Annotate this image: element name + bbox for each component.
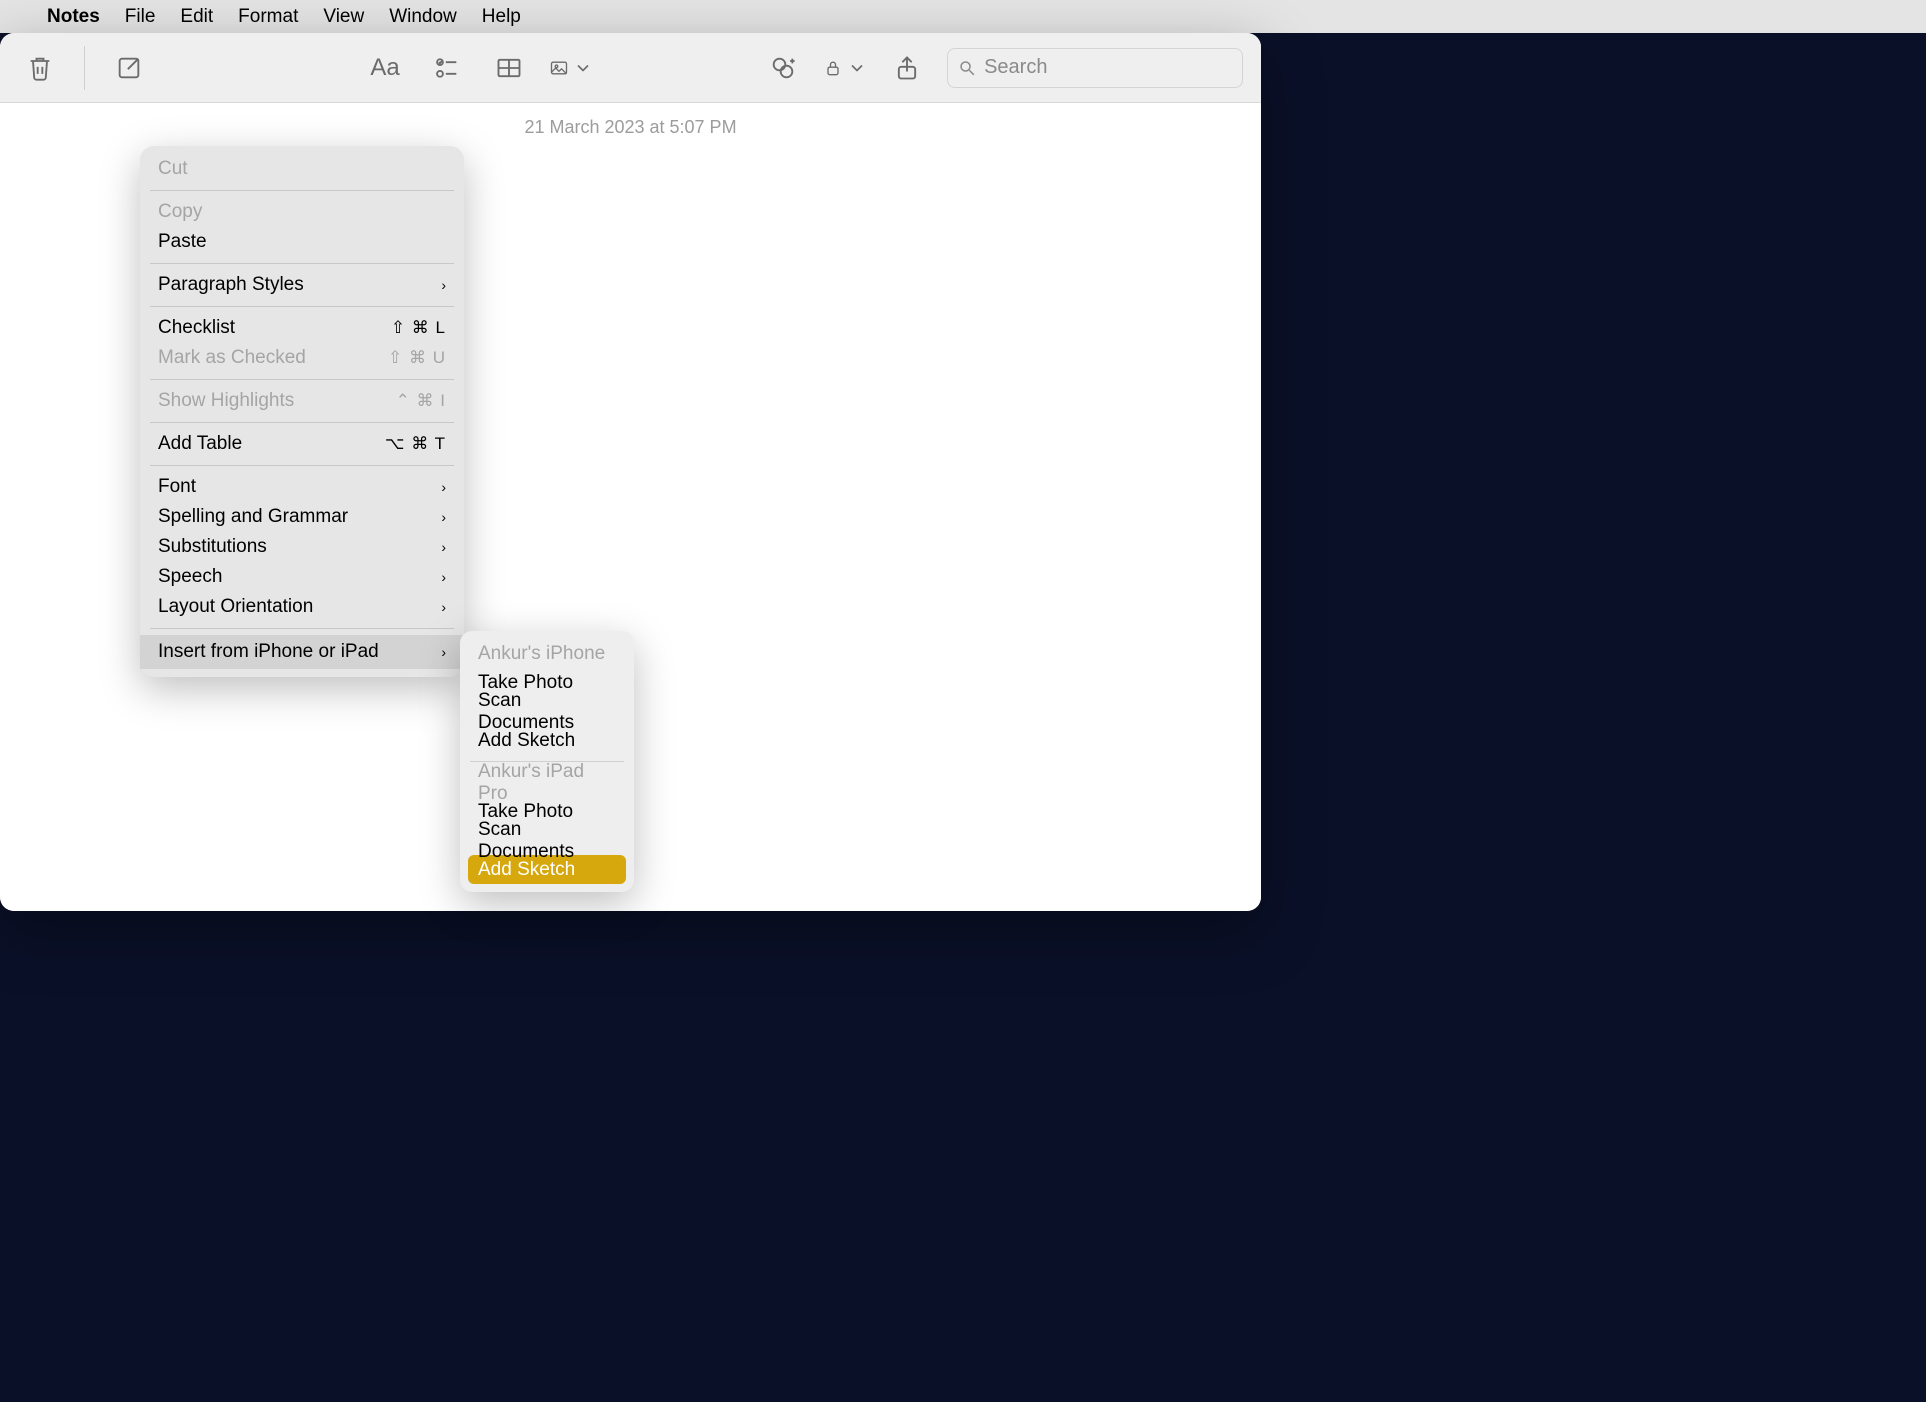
ctx-insert-from-device[interactable]: Insert from iPhone or iPad› (140, 635, 464, 669)
window-menu[interactable]: Window (389, 6, 457, 28)
chevron-right-icon: › (441, 539, 446, 555)
ctx-separator (150, 465, 454, 466)
chevron-down-icon (573, 54, 593, 82)
chevron-down-icon (847, 54, 867, 82)
shortcut-label: ⌥ ⌘ T (385, 434, 446, 454)
ctx-separator (150, 379, 454, 380)
shortcut-label: ⇧ ⌘ U (388, 348, 446, 368)
ctx-font[interactable]: Font› (140, 472, 464, 502)
compose-icon (115, 54, 143, 82)
ctx-separator (150, 306, 454, 307)
ctx-cut: Cut (140, 154, 464, 184)
chevron-right-icon: › (441, 509, 446, 525)
ctx-checklist[interactable]: Checklist⇧ ⌘ L (140, 313, 464, 343)
search-icon (958, 58, 976, 78)
ctx-mark-checked: Mark as Checked⇧ ⌘ U (140, 343, 464, 373)
ctx-speech[interactable]: Speech› (140, 562, 464, 592)
media-button[interactable] (549, 46, 593, 90)
chevron-right-icon: › (441, 277, 446, 293)
app-menu[interactable]: Notes (47, 6, 100, 28)
view-menu[interactable]: View (323, 6, 364, 28)
chevron-right-icon: › (441, 644, 446, 660)
chevron-right-icon: › (441, 569, 446, 585)
ctx-separator (150, 190, 454, 191)
toolbar: Aa (0, 33, 1261, 103)
sub-device-header: Ankur's iPhone (468, 639, 626, 668)
link-plus-icon (769, 54, 797, 82)
chevron-right-icon: › (441, 479, 446, 495)
lock-icon (823, 54, 843, 82)
delete-button[interactable] (18, 46, 62, 90)
insert-submenu: Ankur's iPhone Take Photo Scan Documents… (460, 631, 634, 892)
link-button[interactable] (761, 46, 805, 90)
format-menu[interactable]: Format (238, 6, 298, 28)
help-menu[interactable]: Help (482, 6, 521, 28)
ctx-separator (150, 628, 454, 629)
share-button[interactable] (885, 46, 929, 90)
table-button[interactable] (487, 46, 531, 90)
ctx-add-table[interactable]: Add Table⌥ ⌘ T (140, 429, 464, 459)
sub-device-header: Ankur's iPad Pro (468, 768, 626, 797)
ctx-separator (150, 263, 454, 264)
sub-scan-documents-iphone[interactable]: Scan Documents (468, 697, 626, 726)
shortcut-label: ⇧ ⌘ L (391, 318, 446, 338)
menu-bar: Notes File Edit Format View Window Help (0, 0, 1926, 33)
chevron-right-icon: › (441, 599, 446, 615)
text-format-icon: Aa (370, 54, 399, 82)
ctx-paragraph-styles[interactable]: Paragraph Styles› (140, 270, 464, 300)
ctx-show-highlights: Show Highlights⌃ ⌘ I (140, 386, 464, 416)
photo-icon (549, 54, 569, 82)
note-date: 21 March 2023 at 5:07 PM (0, 103, 1261, 138)
shortcut-label: ⌃ ⌘ I (396, 391, 446, 411)
new-note-button[interactable] (107, 46, 151, 90)
checklist-button[interactable] (425, 46, 469, 90)
table-icon (495, 54, 523, 82)
checklist-icon (433, 54, 461, 82)
ctx-copy: Copy (140, 197, 464, 227)
ctx-layout[interactable]: Layout Orientation› (140, 592, 464, 622)
file-menu[interactable]: File (125, 6, 156, 28)
edit-menu[interactable]: Edit (180, 6, 213, 28)
search-input[interactable] (984, 56, 1232, 79)
toolbar-separator (84, 46, 85, 90)
context-menu: Cut Copy Paste Paragraph Styles› Checkli… (140, 146, 464, 677)
share-icon (893, 54, 921, 82)
search-box[interactable] (947, 48, 1243, 88)
ctx-separator (150, 422, 454, 423)
trash-icon (26, 54, 54, 82)
format-button[interactable]: Aa (363, 46, 407, 90)
ctx-spelling[interactable]: Spelling and Grammar› (140, 502, 464, 532)
ctx-paste[interactable]: Paste (140, 227, 464, 257)
sub-scan-documents-ipad[interactable]: Scan Documents (468, 826, 626, 855)
ctx-substitutions[interactable]: Substitutions› (140, 532, 464, 562)
lock-button[interactable] (823, 46, 867, 90)
